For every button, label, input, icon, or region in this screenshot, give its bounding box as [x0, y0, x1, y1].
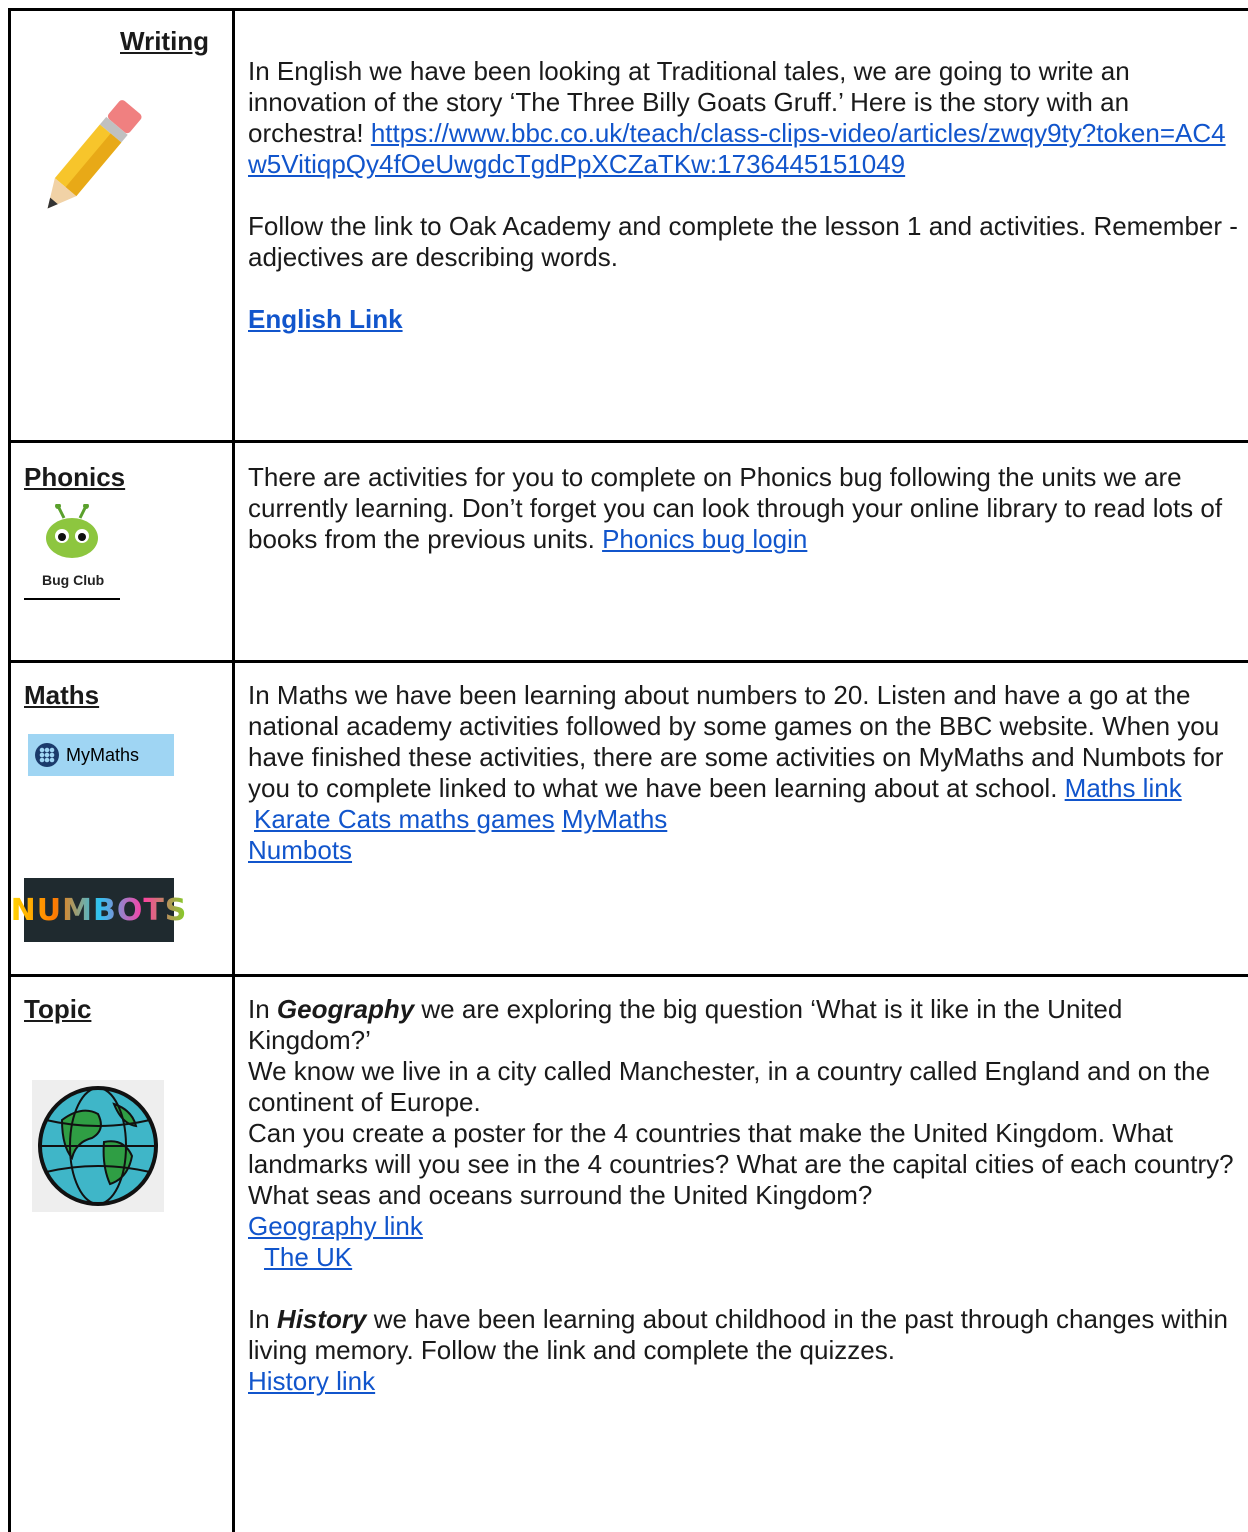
- writing-label: Writing: [120, 26, 210, 56]
- bug-club-logo-text: Bug Club: [42, 572, 105, 588]
- writing-paragraph-2: Follow the link to Oak Academy and compl…: [248, 211, 1238, 273]
- geography-line-2: We know we live in a city called Manches…: [248, 1056, 1211, 1117]
- history-subject: History: [276, 1304, 367, 1334]
- geography-line-3: Can you create a poster for the 4 countr…: [248, 1118, 1234, 1210]
- table-border-top: [8, 8, 1248, 11]
- writing-paragraph-1: In English we have been looking at Tradi…: [248, 56, 1238, 180]
- bbc-story-link[interactable]: https://www.bbc.co.uk/teach/class-clips-…: [248, 118, 1226, 179]
- pencil-icon: [47, 100, 142, 209]
- bug-icon: [46, 504, 98, 558]
- numbots-logo: NUMBOTS: [11, 878, 186, 942]
- topic-label: Topic: [24, 994, 92, 1024]
- phonics-bug-login-link[interactable]: Phonics bug login: [602, 524, 807, 554]
- globe-icon: [32, 1080, 164, 1212]
- history-link-line: History link: [248, 1366, 1244, 1397]
- geography-link[interactable]: Geography link: [248, 1211, 423, 1241]
- numbots-logo-text: NUMBOTS: [10, 892, 188, 928]
- writing-paragraph-3: English Link: [248, 304, 1238, 335]
- geography-intro: In: [248, 994, 270, 1024]
- geography-question: In Geography we are exploring the big qu…: [248, 994, 1244, 1056]
- uk-link-line: The UK: [248, 1242, 1244, 1273]
- mymaths-link[interactable]: MyMaths: [562, 804, 667, 834]
- the-uk-link[interactable]: The UK: [264, 1242, 352, 1272]
- geography-link-line: Geography link: [248, 1211, 1244, 1242]
- table-column-divider: [232, 8, 235, 1532]
- english-link[interactable]: English Link: [248, 304, 403, 334]
- numbots-link[interactable]: Numbots: [248, 835, 352, 865]
- maths-link[interactable]: Maths link: [1065, 773, 1182, 803]
- bug-club-logo: Bug Club: [24, 500, 120, 600]
- history-intro: In: [248, 1304, 270, 1334]
- karate-cats-link[interactable]: Karate Cats maths games: [254, 804, 555, 834]
- maths-content: In Maths we have been learning about num…: [248, 680, 1238, 866]
- writing-content: In English we have been looking at Tradi…: [248, 56, 1238, 335]
- geography-subject: Geography: [276, 994, 415, 1024]
- phonics-content: There are activities for you to complete…: [248, 462, 1238, 555]
- mymaths-logo-text: MyMaths: [66, 744, 140, 765]
- topic-content: In Geography we are exploring the big qu…: [248, 994, 1244, 1397]
- table-border-left: [8, 8, 11, 1532]
- history-link[interactable]: History link: [248, 1366, 375, 1396]
- globe-grid-icon: [35, 743, 59, 767]
- row-divider: [8, 660, 1248, 663]
- writing-oak-text: Follow the link to Oak Academy and compl…: [248, 211, 1238, 272]
- history-text: we have been learning about childhood in…: [248, 1304, 1229, 1365]
- row-divider: [8, 974, 1248, 977]
- phonics-label: Phonics: [24, 462, 126, 492]
- maths-label: Maths: [24, 680, 100, 710]
- mymaths-logo: MyMaths: [28, 734, 174, 776]
- history-paragraph: In History we have been learning about c…: [248, 1304, 1244, 1366]
- row-divider: [8, 440, 1248, 443]
